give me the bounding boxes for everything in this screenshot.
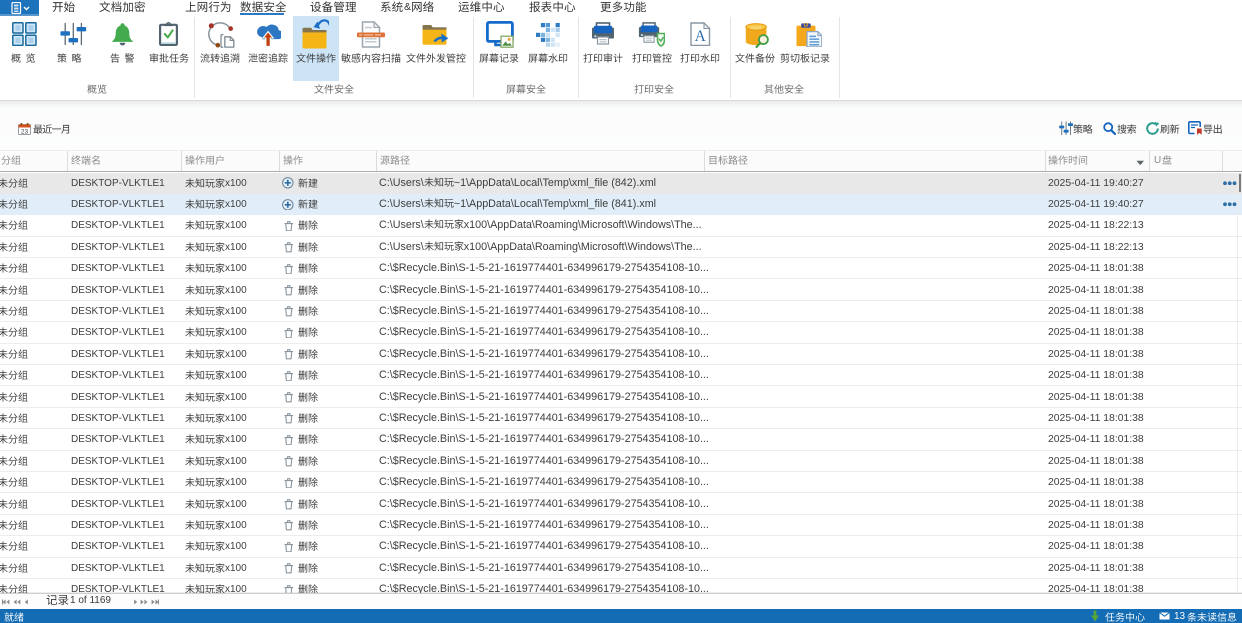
svg-text:A: A [695,28,707,45]
svg-text:23: 23 [20,128,28,135]
